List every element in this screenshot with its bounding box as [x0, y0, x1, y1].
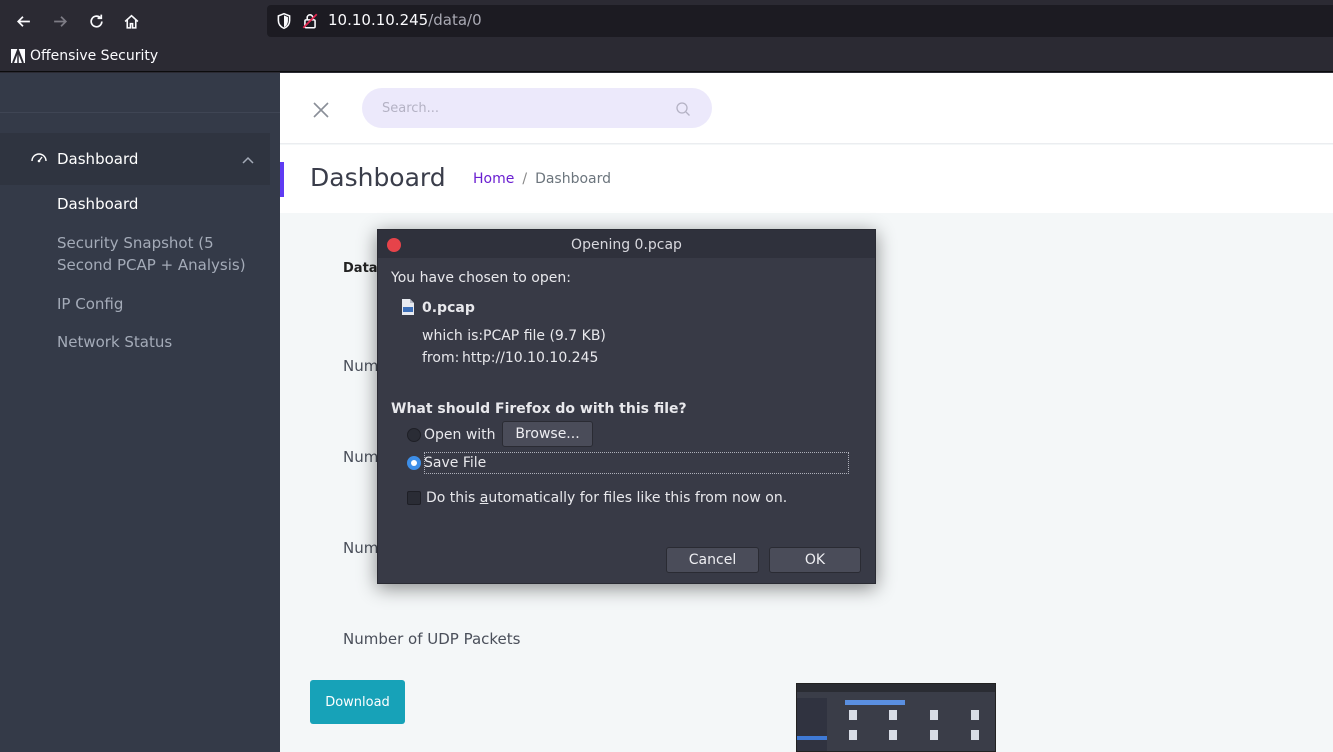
- save-file-radio[interactable]: [407, 456, 421, 470]
- auto-action-label[interactable]: Do this automatically for files like thi…: [426, 490, 787, 506]
- dialog-titlebar[interactable]: Opening 0.pcap: [378, 230, 875, 258]
- thumbnail-file-icon: [971, 730, 979, 740]
- thumbnail-file-icon: [849, 710, 857, 720]
- num-label-3: Num: [343, 539, 379, 557]
- thumbnail-file-icon: [889, 730, 897, 740]
- auto-action-text-post: utomatically for files like this from no…: [488, 490, 788, 506]
- open-file-dialog: Opening 0.pcap You have chosen to open: …: [377, 229, 876, 584]
- ok-button[interactable]: OK: [769, 547, 861, 573]
- insecure-lock-icon[interactable]: [301, 12, 319, 30]
- breadcrumb-home-link[interactable]: Home: [473, 171, 514, 187]
- file-icon: [402, 299, 414, 315]
- thumbnail-file-icon: [930, 730, 938, 740]
- thumbnail-file-icon: [930, 710, 938, 720]
- bookmark-offensive-security[interactable]: Offensive Security: [10, 48, 158, 64]
- forward-button[interactable]: [47, 8, 73, 34]
- sidebar-group-dashboard[interactable]: Dashboard: [0, 133, 270, 185]
- breadcrumb-separator: /: [522, 171, 528, 187]
- dialog-from-label: from:: [422, 350, 460, 366]
- back-button[interactable]: [10, 8, 36, 34]
- reload-button[interactable]: [83, 8, 109, 34]
- thumbnail-file-icon: [889, 710, 897, 720]
- page-title: Dashboard: [310, 163, 446, 192]
- num-label-1: Num: [343, 357, 379, 375]
- url-path: /data/0: [428, 11, 482, 29]
- chevron-up-icon[interactable]: [241, 153, 255, 167]
- thumbnail-file-icon: [849, 730, 857, 740]
- breadcrumb-current: Dashboard: [535, 171, 612, 187]
- screenshot-thumbnail[interactable]: [796, 683, 996, 752]
- dialog-question: What should Firefox do with this file?: [391, 401, 687, 417]
- search-icon[interactable]: [675, 101, 691, 117]
- sidebar: Dashboard Dashboard Security Snapshot (5…: [0, 73, 280, 752]
- close-menu-icon[interactable]: [312, 101, 330, 119]
- sidebar-group-label: Dashboard: [57, 150, 139, 168]
- auto-action-text-pre: Do this: [426, 490, 480, 506]
- thumbnail-file-icon: [971, 710, 979, 720]
- url-bar[interactable]: 10.10.10.245/data/0: [267, 5, 1333, 37]
- num-label-2: Num: [343, 448, 379, 466]
- save-file-label[interactable]: Save File: [424, 455, 486, 471]
- thumbnail-menubar: [797, 684, 995, 692]
- offsec-logo-icon: [11, 48, 25, 64]
- sidebar-item-dashboard[interactable]: Dashboard: [57, 193, 267, 215]
- data-label: Data: [343, 261, 378, 276]
- sidebar-item-ip-config[interactable]: IP Config: [57, 293, 267, 315]
- search-input[interactable]: [362, 88, 712, 128]
- home-icon: [124, 14, 138, 29]
- dialog-filename: 0.pcap: [422, 300, 475, 316]
- auto-action-checkbox[interactable]: [407, 491, 421, 505]
- dialog-title: Opening 0.pcap: [571, 237, 682, 253]
- bookmarks-bar: Offensive Security: [0, 42, 1333, 72]
- save-file-focus-ring: [424, 452, 849, 474]
- browser-toolbar: 10.10.10.245/data/0: [0, 0, 1333, 42]
- dashboard-gauge-icon: [31, 153, 47, 163]
- header-accent-bar: [280, 162, 284, 197]
- reload-icon: [89, 14, 103, 28]
- sidebar-logo-area: [0, 73, 280, 113]
- cancel-button[interactable]: Cancel: [666, 547, 759, 573]
- home-button[interactable]: [118, 8, 144, 34]
- open-with-radio[interactable]: [407, 428, 421, 442]
- open-with-label[interactable]: Open with: [424, 427, 496, 443]
- top-navbar: [280, 73, 1333, 144]
- dialog-from-value: http://10.10.10.245: [462, 350, 599, 366]
- page-header: Dashboard Home / Dashboard: [280, 145, 1333, 213]
- thumbnail-location-bar: [845, 700, 905, 705]
- shield-icon[interactable]: [275, 12, 293, 30]
- sidebar-item-security-snapshot[interactable]: Security Snapshot (5 Second PCAP + Analy…: [57, 232, 267, 276]
- download-button[interactable]: Download: [310, 680, 405, 724]
- thumbnail-sidebar: [797, 698, 827, 751]
- dialog-which-is-label: which is:: [422, 328, 484, 344]
- sidebar-item-network-status[interactable]: Network Status: [57, 331, 267, 353]
- bookmark-label: Offensive Security: [30, 48, 159, 64]
- thumbnail-selected-row: [797, 736, 827, 740]
- dialog-which-is-value: PCAP file (9.7 KB): [483, 328, 606, 344]
- udp-packets-label: Number of UDP Packets: [343, 630, 521, 648]
- browse-button[interactable]: Browse...: [502, 421, 593, 447]
- url-host: 10.10.10.245: [328, 11, 429, 29]
- arrow-left-icon: [16, 15, 30, 27]
- url-text[interactable]: 10.10.10.245/data/0: [328, 11, 482, 29]
- breadcrumb: Home / Dashboard: [473, 171, 611, 187]
- dialog-intro: You have chosen to open:: [391, 270, 571, 286]
- arrow-right-icon: [53, 15, 67, 27]
